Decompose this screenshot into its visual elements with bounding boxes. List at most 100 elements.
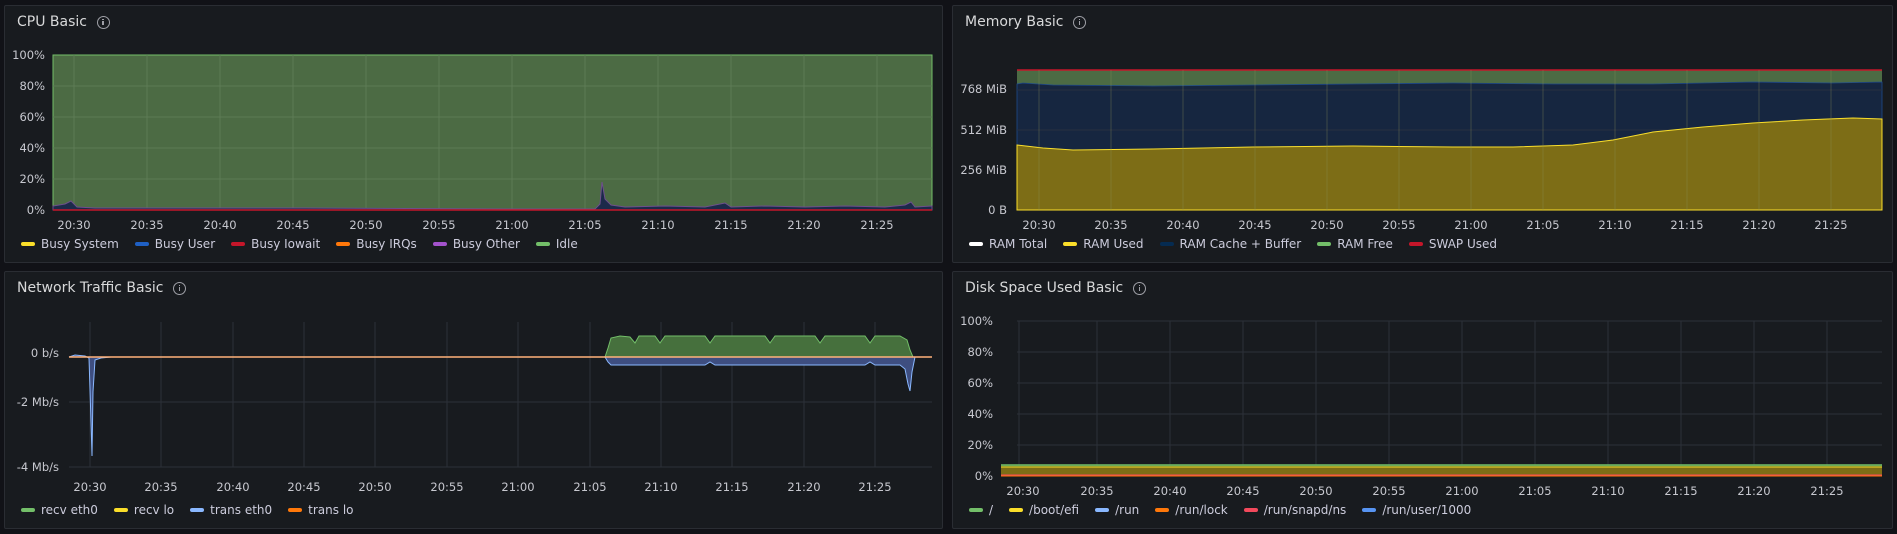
- x-tick: 20:30: [57, 218, 90, 232]
- y-tick: 20%: [967, 438, 993, 452]
- legend-item[interactable]: trans eth0: [190, 503, 272, 517]
- legend-swatch: [1063, 242, 1078, 246]
- legend-item[interactable]: Busy Iowait: [231, 237, 320, 251]
- legend-item[interactable]: trans lo: [288, 503, 354, 517]
- legend-item[interactable]: RAM Free: [1317, 237, 1393, 251]
- x-axis: 20:30 20:35 20:40 20:45 20:50 20:55 21:0…: [73, 480, 891, 494]
- x-tick: 21:00: [501, 480, 534, 494]
- y-tick: 40%: [19, 141, 45, 155]
- legend-item[interactable]: RAM Total: [969, 237, 1047, 251]
- legend-swatch: [21, 242, 35, 246]
- legend-item[interactable]: /: [969, 503, 993, 517]
- legend-label: SWAP Used: [1428, 237, 1498, 251]
- legend-swatch: [1408, 242, 1423, 246]
- legend-swatch: [1009, 508, 1024, 512]
- x-axis: 20:30 20:35 20:40 20:45 20:50 20:55 21:0…: [57, 218, 893, 232]
- x-tick: 20:30: [1006, 484, 1039, 498]
- x-tick: 21:00: [1445, 484, 1478, 498]
- x-tick: 21:05: [568, 218, 601, 232]
- y-tick: 60%: [967, 376, 993, 390]
- legend-item[interactable]: /run/snapd/ns: [1243, 503, 1346, 517]
- disk-space-used-basic-panel[interactable]: Disk Space Used Basic 100% 80% 60% 40% 2…: [952, 271, 1893, 529]
- x-tick: 20:55: [422, 218, 455, 232]
- y-tick: 512 MiB: [960, 123, 1007, 137]
- y-tick: -4 Mb/s: [17, 460, 59, 474]
- legend-swatch: [21, 508, 35, 512]
- x-tick: 20:35: [144, 480, 177, 494]
- legend: RAM Total RAM Used RAM Cache + Buffer RA…: [969, 237, 1497, 251]
- y-tick: -2 Mb/s: [17, 395, 59, 409]
- legend-swatch: [113, 508, 128, 512]
- legend-label: RAM Total: [989, 237, 1048, 251]
- memory-basic-panel[interactable]: Memory Basic 768 MiB 512 MiB 256 MiB 0 B…: [952, 5, 1893, 263]
- legend: recv eth0 recv lo trans eth0 trans lo: [21, 503, 354, 517]
- cpu-chart[interactable]: 100% 80% 60% 40% 20% 0% 20:30 20:35 20:4…: [5, 6, 944, 264]
- x-axis: 20:30 20:35 20:40 20:45 20:50 20:55 21:0…: [1022, 218, 1847, 232]
- x-tick: 20:45: [287, 480, 320, 494]
- x-tick: 21:25: [1814, 218, 1847, 232]
- legend-label: /: [989, 503, 994, 517]
- legend-item[interactable]: SWAP Used: [1408, 237, 1498, 251]
- x-tick: 20:40: [216, 480, 249, 494]
- legend-item[interactable]: Idle: [535, 237, 578, 251]
- x-tick: 21:20: [787, 480, 820, 494]
- legend-item[interactable]: Busy User: [134, 237, 215, 251]
- x-tick: 20:50: [358, 480, 391, 494]
- x-tick: 21:15: [1670, 218, 1703, 232]
- cpu-basic-panel[interactable]: CPU Basic 100% 80% 60% 40% 20% 0% 20:30 …: [4, 5, 943, 263]
- legend-label: Busy Other: [452, 237, 520, 251]
- y-tick: 0%: [975, 469, 993, 483]
- memory-chart[interactable]: 768 MiB 512 MiB 256 MiB 0 B 20:30 20:35 …: [953, 6, 1894, 264]
- x-tick: 21:10: [644, 480, 677, 494]
- legend-swatch: [336, 242, 351, 246]
- legend-item[interactable]: /run: [1095, 503, 1139, 517]
- idle-area: [52, 54, 933, 211]
- y-axis: 0 b/s -2 Mb/s -4 Mb/s: [17, 346, 59, 474]
- x-tick: 21:20: [787, 218, 820, 232]
- legend-item[interactable]: /run/user/1000: [1362, 503, 1471, 517]
- disk-chart[interactable]: 100% 80% 60% 40% 20% 0% 20:30 20:35 20:4…: [953, 272, 1894, 530]
- legend-item[interactable]: recv eth0: [21, 503, 98, 517]
- legend-item[interactable]: Busy Other: [432, 237, 520, 251]
- x-tick: 21:15: [1664, 484, 1697, 498]
- legend-swatch: [1317, 242, 1332, 246]
- legend-swatch: [1155, 508, 1170, 512]
- x-tick: 20:45: [1238, 218, 1271, 232]
- legend-item[interactable]: Busy IRQs: [336, 237, 417, 251]
- x-tick: 20:30: [1022, 218, 1055, 232]
- y-axis: 100% 80% 60% 40% 20% 0%: [12, 48, 45, 217]
- x-tick: 20:55: [1372, 484, 1405, 498]
- y-tick: 60%: [19, 110, 45, 124]
- legend-swatch: [1243, 508, 1258, 512]
- legend-item[interactable]: RAM Cache + Buffer: [1159, 237, 1302, 251]
- legend-item[interactable]: RAM Used: [1063, 237, 1144, 251]
- legend: / /boot/efi /run /run/lock /run/snapd/ns…: [969, 503, 1471, 517]
- network-chart[interactable]: 0 b/s -2 Mb/s -4 Mb/s 20:30 20:35 20:40 …: [5, 272, 944, 530]
- grid: [1017, 320, 1882, 476]
- x-tick: 21:15: [715, 480, 748, 494]
- legend-item[interactable]: recv lo: [113, 503, 175, 517]
- x-tick: 20:50: [1310, 218, 1343, 232]
- legend-swatch: [134, 242, 149, 246]
- legend-item[interactable]: /boot/efi: [1009, 503, 1079, 517]
- trans-eth0-area: [604, 356, 916, 392]
- legend-label: RAM Used: [1083, 237, 1144, 251]
- y-tick: 0%: [27, 203, 45, 217]
- x-tick: 21:25: [860, 218, 893, 232]
- legend-item[interactable]: /run/lock: [1155, 503, 1228, 517]
- legend-swatch: [969, 508, 983, 512]
- legend-swatch: [190, 508, 205, 512]
- y-tick: 20%: [19, 172, 45, 186]
- legend-swatch: [1362, 508, 1377, 512]
- legend-label: recv lo: [133, 503, 175, 517]
- x-tick: 20:50: [1299, 484, 1332, 498]
- legend-label: Busy System: [41, 237, 119, 251]
- legend-label: RAM Cache + Buffer: [1179, 237, 1302, 251]
- recv-eth0-area: [604, 335, 914, 358]
- x-tick: 21:00: [1454, 218, 1487, 232]
- network-traffic-basic-panel[interactable]: Network Traffic Basic 0 b/s -2 Mb/s -4 M…: [4, 271, 943, 529]
- x-tick: 21:20: [1737, 484, 1770, 498]
- x-axis: 20:30 20:35 20:40 20:45 20:50 20:55 21:0…: [1006, 484, 1843, 498]
- x-tick: 21:00: [495, 218, 528, 232]
- legend-item[interactable]: Busy System: [21, 237, 119, 251]
